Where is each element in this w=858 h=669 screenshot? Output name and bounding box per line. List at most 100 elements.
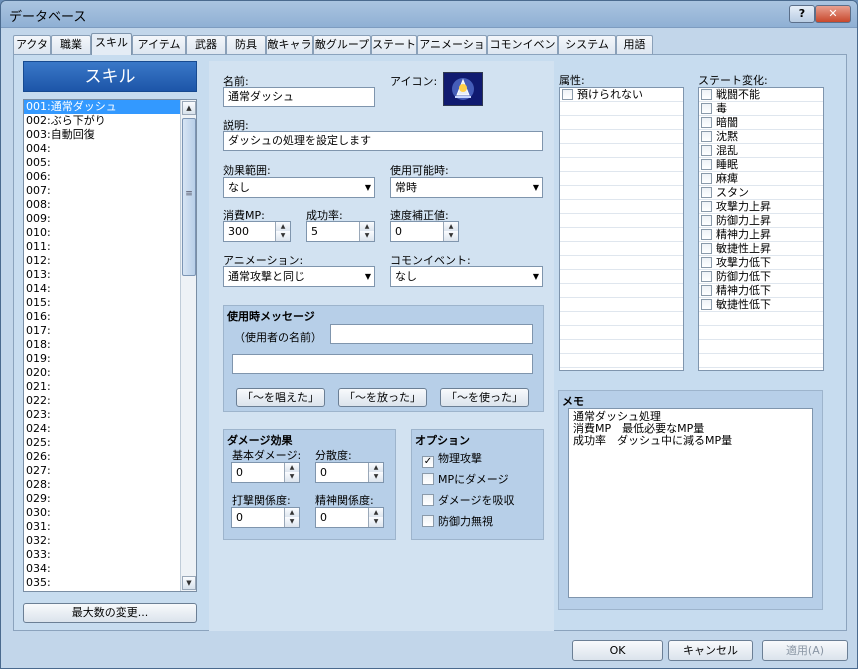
list-item[interactable]: 012:: [24, 254, 180, 268]
cancel-button[interactable]: キャンセル: [668, 640, 753, 661]
list-item[interactable]: 023:: [24, 408, 180, 422]
apply-button[interactable]: 適用(A): [762, 640, 848, 661]
tab-2[interactable]: スキル: [91, 33, 132, 55]
checkbox-row[interactable]: 麻痺: [699, 172, 823, 186]
option-checkbox[interactable]: ダメージを吸収: [422, 492, 514, 508]
tab-10[interactable]: コモンイベント: [487, 35, 558, 68]
tab-4[interactable]: 武器: [186, 35, 226, 54]
spin-down-icon[interactable]: ▼: [443, 231, 458, 241]
checkbox-row[interactable]: 攻撃力低下: [699, 256, 823, 270]
list-item[interactable]: 004:: [24, 142, 180, 156]
speed-spinner[interactable]: 0 ▲ ▼: [390, 221, 459, 242]
checkbox-row[interactable]: 暗闇: [699, 116, 823, 130]
attributes-list[interactable]: 預けられない: [559, 87, 684, 371]
list-item[interactable]: 029:: [24, 492, 180, 506]
tab-9[interactable]: アニメーション: [417, 35, 487, 68]
message-line2-field[interactable]: [232, 354, 533, 374]
list-item[interactable]: 003:自動回復: [24, 128, 180, 142]
tab-8[interactable]: ステート: [371, 35, 417, 54]
list-item[interactable]: 002:ぶら下がり: [24, 114, 180, 128]
tab-7[interactable]: 敵グループ: [313, 35, 371, 54]
skill-list[interactable]: 001:通常ダッシュ 002:ぶら下がり 003:自動回復 004: 005: 006: 0…: [23, 99, 197, 592]
checkbox-row[interactable]: 攻撃力上昇: [699, 200, 823, 214]
option-checkbox[interactable]: ✓ 物理攻撃: [422, 450, 482, 468]
list-item[interactable]: 019:: [24, 352, 180, 366]
tab-5[interactable]: 防具: [226, 35, 266, 54]
checkbox-row[interactable]: スタン: [699, 186, 823, 200]
hit-rate-spinner[interactable]: 5 ▲ ▼: [306, 221, 375, 242]
tab-1[interactable]: 職業: [51, 35, 91, 54]
spin-down-icon[interactable]: ▼: [275, 231, 290, 241]
list-item[interactable]: 018:: [24, 338, 180, 352]
checkbox-row[interactable]: 敏捷性上昇: [699, 242, 823, 256]
list-item[interactable]: 028:: [24, 478, 180, 492]
checkbox-row[interactable]: 防御力低下: [699, 270, 823, 284]
common-event-select[interactable]: なし ▼: [390, 266, 543, 287]
list-item[interactable]: 001:通常ダッシュ: [24, 100, 180, 114]
option-checkbox[interactable]: MPにダメージ: [422, 471, 509, 487]
variance-spinner[interactable]: 0 ▲ ▼: [315, 462, 384, 483]
spin-down-icon[interactable]: ▼: [368, 517, 383, 527]
close-button[interactable]: ✕: [815, 5, 851, 23]
tab-11[interactable]: システム: [558, 35, 616, 54]
states-list[interactable]: 戦闘不能毒暗闇 沈黙 混乱 睡眠 麻痺 スタン 攻撃力上昇 防御力上昇 精神力上昇 敏捷性上昇 攻撃…: [698, 87, 824, 371]
checkbox-row[interactable]: 戦闘不能: [699, 88, 823, 102]
scope-select[interactable]: なし ▼: [223, 177, 375, 198]
ok-button[interactable]: OK: [572, 640, 663, 661]
list-item[interactable]: 024:: [24, 422, 180, 436]
list-item[interactable]: 009:: [24, 212, 180, 226]
checkbox-row[interactable]: 毒: [699, 102, 823, 116]
list-item[interactable]: 007:: [24, 184, 180, 198]
list-item[interactable]: 021:: [24, 380, 180, 394]
spi-relation-spinner[interactable]: 0 ▲ ▼: [315, 507, 384, 528]
checkbox-row[interactable]: 混乱: [699, 144, 823, 158]
list-item[interactable]: 013:: [24, 268, 180, 282]
tab-0[interactable]: アクター: [13, 35, 51, 68]
max-count-button[interactable]: 最大数の変更...: [23, 603, 197, 623]
checkbox-row[interactable]: 睡眠: [699, 158, 823, 172]
memo-textarea[interactable]: 通常ダッシュ処理 消費MP 最低必要なMP量 成功率 ダッシュ中に減るMP量: [568, 408, 813, 598]
checkbox-row[interactable]: 敏捷性低下: [699, 298, 823, 312]
checkbox-row[interactable]: 防御力上昇: [699, 214, 823, 228]
list-item[interactable]: 033:: [24, 548, 180, 562]
spin-down-icon[interactable]: ▼: [368, 472, 383, 482]
list-item[interactable]: 027:: [24, 464, 180, 478]
list-item[interactable]: 026:: [24, 450, 180, 464]
list-item[interactable]: 034:: [24, 562, 180, 576]
list-item[interactable]: 006:: [24, 170, 180, 184]
checkbox-row[interactable]: 預けられない: [560, 88, 683, 102]
name-field[interactable]: 通常ダッシュ: [223, 87, 375, 107]
list-item[interactable]: 035:: [24, 576, 180, 590]
list-item[interactable]: 017:: [24, 324, 180, 338]
message-line1-field[interactable]: [330, 324, 533, 344]
option-checkbox[interactable]: 防御力無視: [422, 513, 493, 529]
tab-3[interactable]: アイテム: [132, 35, 186, 54]
use-message-button[interactable]: 「～を使った」: [440, 388, 529, 407]
skill-icon[interactable]: [443, 72, 483, 106]
list-item[interactable]: 020:: [24, 366, 180, 380]
scroll-down-icon[interactable]: ▼: [182, 576, 196, 590]
list-scrollbar[interactable]: ▲ ≡ ▼: [180, 100, 196, 591]
title-bar[interactable]: データベース ? ✕: [1, 1, 857, 28]
list-item[interactable]: 005:: [24, 156, 180, 170]
list-item[interactable]: 011:: [24, 240, 180, 254]
list-item[interactable]: 032:: [24, 534, 180, 548]
list-item[interactable]: 031:: [24, 520, 180, 534]
help-button[interactable]: ?: [789, 5, 815, 23]
animation-select[interactable]: 通常攻撃と同じ ▼: [223, 266, 375, 287]
tab-6[interactable]: 敵キャラ: [266, 35, 313, 54]
list-item[interactable]: 014:: [24, 282, 180, 296]
list-item[interactable]: 025:: [24, 436, 180, 450]
scroll-up-icon[interactable]: ▲: [182, 101, 196, 115]
list-item[interactable]: 010:: [24, 226, 180, 240]
list-item[interactable]: 015:: [24, 296, 180, 310]
mp-cost-spinner[interactable]: 300 ▲ ▼: [223, 221, 291, 242]
spin-down-icon[interactable]: ▼: [284, 472, 299, 482]
atk-relation-spinner[interactable]: 0 ▲ ▼: [231, 507, 300, 528]
tab-12[interactable]: 用語: [616, 35, 653, 54]
checkbox-row[interactable]: 精神力低下: [699, 284, 823, 298]
list-item[interactable]: 016:: [24, 310, 180, 324]
occasion-select[interactable]: 常時 ▼: [390, 177, 543, 198]
list-item[interactable]: 008:: [24, 198, 180, 212]
list-item[interactable]: 030:: [24, 506, 180, 520]
